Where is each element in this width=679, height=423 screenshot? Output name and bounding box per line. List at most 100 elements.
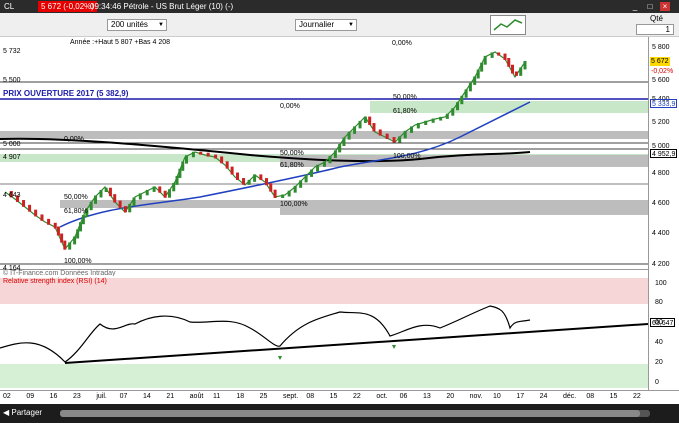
y-tick: 5 200: [652, 119, 670, 126]
price-chart[interactable]: Année :+Haut 5 807 +Bas 4 208 5 732 5 50…: [0, 37, 648, 277]
candle: [269, 183, 273, 192]
ma-blue-tag: 5 333,9: [650, 99, 678, 108]
right-axis: 5 800 5 600 5 400 5 200 5 000 4 800 4 60…: [648, 37, 679, 390]
x-tick: 20: [446, 393, 455, 400]
quantity-select-value: 200 unités: [111, 20, 148, 29]
candle: [445, 113, 449, 119]
candle: [304, 174, 308, 183]
fib-label: 50,00%: [64, 194, 88, 201]
left-label-5000: 5 000: [3, 141, 21, 148]
candle: [145, 189, 149, 196]
candle: [338, 143, 342, 153]
candle: [214, 154, 218, 159]
x-tick: 21: [166, 393, 175, 400]
y-tick: 4 200: [652, 261, 670, 268]
chevron-down-icon: ▼: [348, 22, 354, 28]
candle: [191, 151, 195, 158]
candle: [185, 155, 189, 164]
candle: [410, 126, 414, 133]
candle: [259, 174, 263, 181]
candle: [490, 52, 494, 58]
x-tick: 14: [143, 393, 151, 400]
left-label-4907: 4 907: [3, 154, 21, 161]
candle: [167, 189, 171, 198]
candle: [514, 71, 518, 76]
rsi-panel[interactable]: Relative strength index (RSI) (14): [0, 276, 648, 390]
y-tick: 5 800: [652, 44, 670, 51]
price-chart-svg: [0, 51, 648, 265]
maximize-button[interactable]: □: [645, 2, 655, 11]
candle: [281, 194, 285, 198]
candle: [468, 82, 472, 92]
candle: [68, 242, 72, 250]
candle: [163, 190, 167, 198]
candle: [264, 178, 268, 186]
candle: [310, 169, 314, 177]
candle: [178, 168, 182, 178]
candle: [368, 116, 372, 126]
share-label: Partager: [11, 408, 43, 417]
candle: [273, 189, 277, 198]
x-tick: 07: [119, 393, 128, 400]
candle: [53, 222, 57, 229]
x-tick: 22: [353, 393, 361, 400]
qty-input[interactable]: 1: [636, 24, 674, 35]
x-tick: 13: [423, 393, 431, 400]
candle: [503, 53, 507, 61]
horizontal-scrollbar[interactable]: [60, 410, 650, 417]
candle: [199, 151, 203, 155]
instrument-info: 09:34:46 Pétrole - US Brut Léger (10) (-…: [90, 2, 234, 11]
x-tick: 08: [586, 393, 595, 400]
x-tick: 16: [49, 393, 58, 400]
candle: [230, 166, 234, 175]
rsi-title: Relative strength index (RSI) (14): [3, 278, 107, 285]
change-badge: 5 672 (-0,02%): [38, 1, 97, 12]
x-tick: sept.: [283, 393, 299, 400]
x-tick: juil.: [96, 393, 107, 400]
candle: [128, 203, 132, 213]
minimize-button[interactable]: _: [630, 2, 640, 11]
y-tick: 4 400: [652, 230, 670, 237]
x-axis: 02 09 16 23 juil. 07 14 21 août 11 18 25 sept. 08 15 22…: [0, 390, 679, 404]
fib-label: 100,00%: [393, 153, 421, 160]
x-tick: 08: [306, 393, 315, 400]
candle: [132, 197, 136, 206]
candle: [175, 175, 179, 185]
y-tick: 4 600: [652, 200, 670, 207]
candle: [316, 164, 320, 172]
period-select[interactable]: Journalier ▼: [295, 19, 357, 31]
period-select-value: Journalier: [299, 20, 335, 29]
candle: [523, 61, 527, 70]
candle: [94, 195, 98, 204]
candle: [328, 155, 332, 164]
candle: [385, 133, 389, 140]
quantity-select[interactable]: 200 unités ▼: [107, 19, 167, 31]
rsi-tick: 100: [655, 280, 667, 287]
chart-type-icon[interactable]: [490, 15, 526, 35]
fib-zone-d: [280, 203, 648, 215]
candle: [333, 150, 337, 158]
candle: [353, 126, 357, 134]
candle: [76, 229, 80, 239]
candle: [439, 116, 443, 121]
scrollbar-thumb[interactable]: [60, 410, 640, 417]
candle: [416, 122, 420, 129]
candle: [181, 161, 185, 171]
candle: [460, 95, 464, 105]
x-tick: 10: [493, 393, 501, 400]
candle: [378, 129, 382, 136]
candle: [22, 200, 26, 207]
close-button[interactable]: ×: [660, 2, 670, 11]
candle: [220, 156, 224, 164]
x-tick: nov.: [469, 393, 483, 400]
candle: [172, 182, 176, 192]
candle: [392, 137, 396, 143]
candle: [158, 186, 162, 193]
candle: [152, 186, 156, 192]
x-tick: 18: [236, 393, 245, 400]
candle: [363, 116, 367, 123]
last-price-tag: 5 672: [650, 57, 670, 66]
x-tick: 15: [329, 393, 338, 400]
share-button[interactable]: ◀ Partager: [3, 408, 42, 417]
candle: [40, 214, 44, 221]
